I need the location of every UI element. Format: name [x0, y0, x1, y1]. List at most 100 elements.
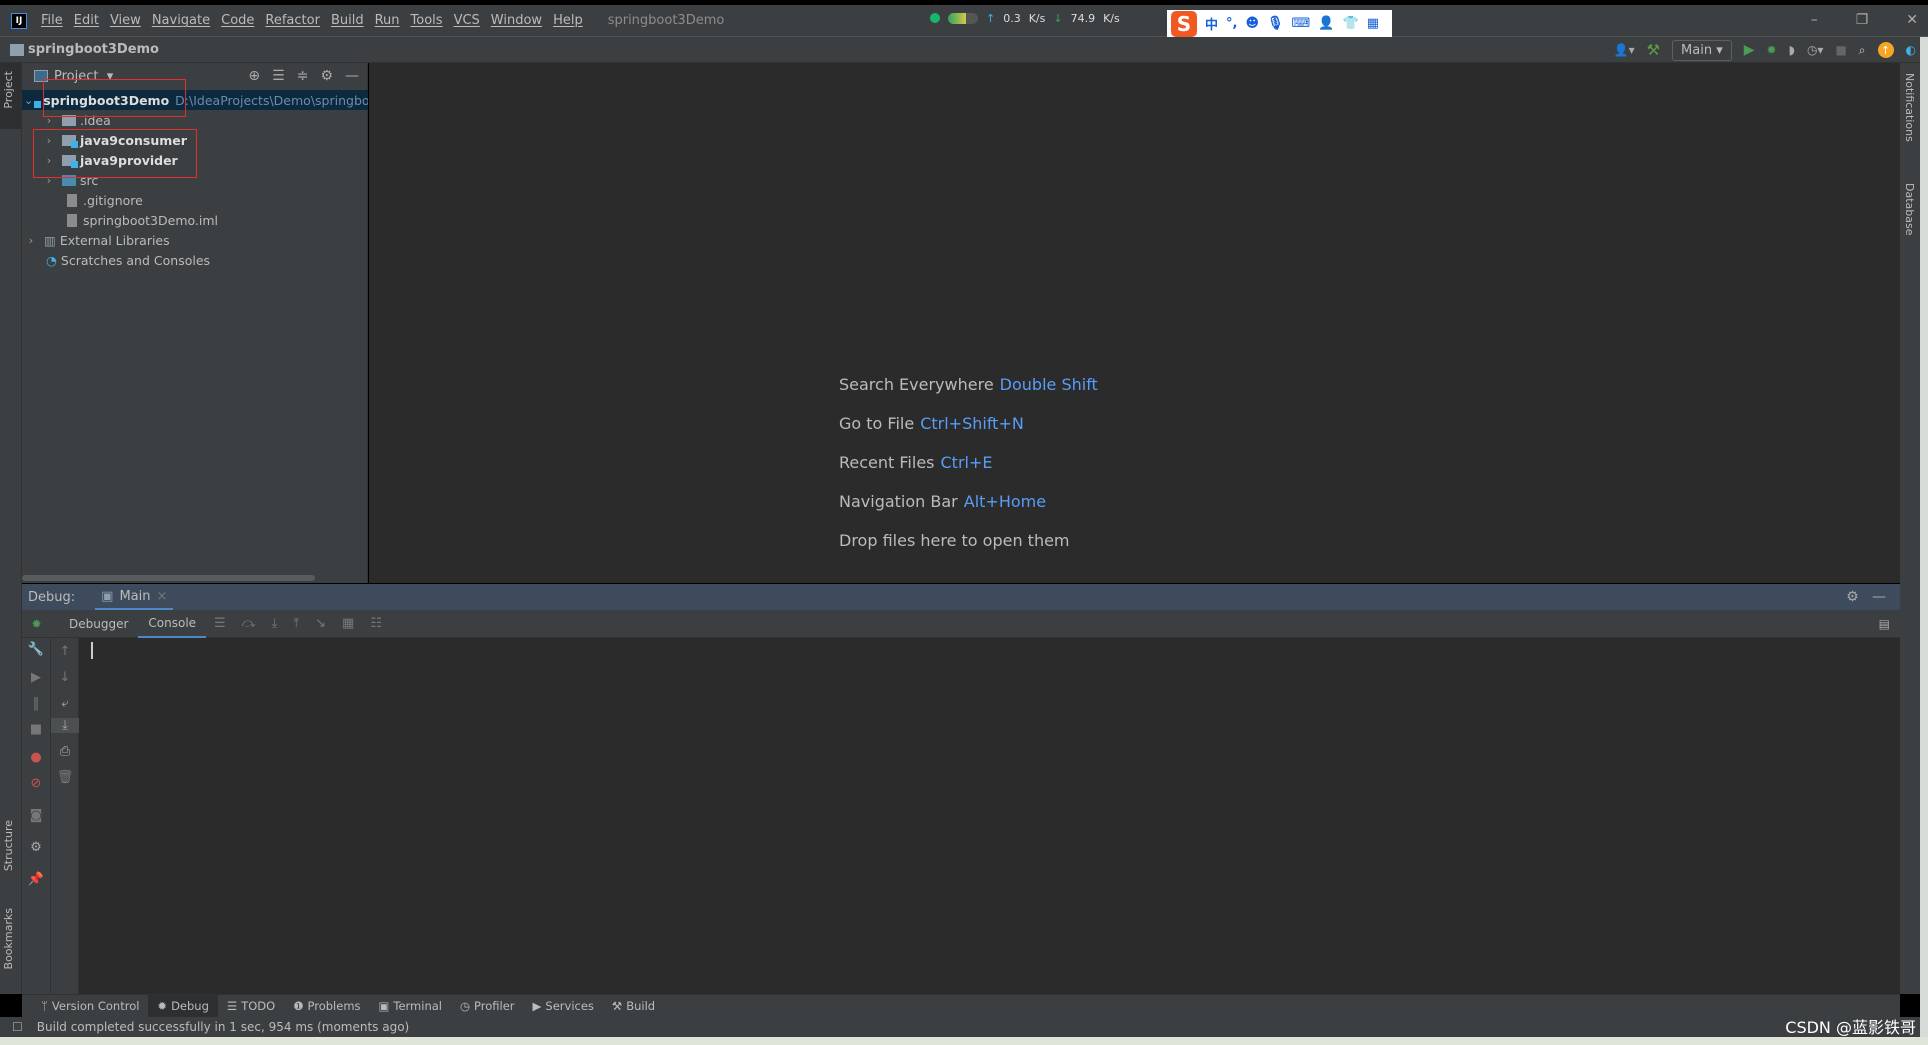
wrench-icon[interactable]: 🔧: [22, 642, 50, 657]
step-over-icon[interactable]: ⤼: [242, 616, 256, 631]
tree-item-scratches[interactable]: ◔ Scratches and Consoles: [22, 250, 368, 270]
ime-emoji-icon[interactable]: ☻: [1245, 16, 1259, 31]
database-tool-tab[interactable]: Database: [1903, 183, 1916, 236]
print-icon[interactable]: ⎙: [51, 744, 79, 759]
menu-refactor[interactable]: Refactor: [265, 13, 320, 28]
soft-wrap-icon[interactable]: ⤶: [51, 696, 79, 711]
structure-tool-tab[interactable]: Structure: [2, 820, 15, 871]
down-arrow-icon[interactable]: ↓: [51, 670, 79, 685]
menu-vcs[interactable]: VCS: [454, 13, 480, 28]
ime-user-icon[interactable]: 👤: [1318, 16, 1334, 31]
resume-icon[interactable]: ▶: [22, 670, 50, 685]
up-arrow-icon[interactable]: ↑: [51, 644, 79, 659]
tab-console[interactable]: Console: [138, 610, 207, 638]
menu-code[interactable]: Code: [221, 13, 254, 28]
camera-icon[interactable]: ◙: [22, 808, 50, 823]
menu-edit[interactable]: Edit: [74, 13, 99, 28]
hint-go-to-file: Go to File Ctrl+Shift+N: [839, 414, 1024, 433]
hide-icon[interactable]: —: [1872, 589, 1886, 605]
step-into-icon[interactable]: ⤓: [272, 616, 278, 631]
debug-session-tab-main[interactable]: ▣ Main ×: [95, 584, 174, 610]
code-with-me-icon[interactable]: ◐: [1906, 43, 1916, 57]
coverage-icon[interactable]: ◗: [1789, 43, 1795, 57]
debug-bug-icon: ✹: [31, 616, 42, 631]
tree-item-iml[interactable]: springboot3Demo.iml: [22, 210, 368, 230]
tool-tab-todo[interactable]: ☰ TODO: [218, 995, 284, 1018]
tab-debugger[interactable]: Debugger: [59, 610, 138, 638]
hide-icon[interactable]: —: [345, 68, 359, 84]
editor-empty-area[interactable]: Search Everywhere Double Shift Go to File…: [369, 63, 1900, 583]
menu-help[interactable]: Help: [553, 13, 583, 28]
minimize-icon[interactable]: –: [1811, 12, 1818, 28]
ime-punct-icon[interactable]: °,: [1226, 16, 1237, 31]
project-tool-tab[interactable]: Project: [2, 71, 15, 109]
menu-build[interactable]: Build: [331, 13, 364, 28]
bookmarks-tool-tab[interactable]: Bookmarks: [2, 908, 15, 969]
settings-icon[interactable]: ⚙: [22, 840, 50, 855]
desktop-edge-bottom: [0, 1037, 1928, 1045]
tool-tab-services[interactable]: ▶ Services: [524, 995, 603, 1018]
tool-tab-build[interactable]: ⚒ Build: [603, 995, 664, 1018]
locate-icon[interactable]: ⊕: [248, 68, 260, 84]
ime-mic-icon[interactable]: 🎙: [1267, 16, 1284, 31]
chevron-down-icon[interactable]: ⌄: [24, 94, 33, 107]
menu-window[interactable]: Window: [491, 13, 542, 28]
vcs-user-icon[interactable]: 👤▾: [1614, 43, 1635, 57]
ime-chinese-icon[interactable]: 中: [1205, 14, 1218, 33]
threads-icon[interactable]: ☰: [214, 616, 226, 631]
breadcrumb-project[interactable]: springboot3Demo: [28, 42, 159, 57]
collapse-all-icon[interactable]: ≑: [297, 68, 309, 84]
close-tab-icon[interactable]: ×: [156, 589, 167, 604]
tool-tab-terminal[interactable]: ▣ Terminal: [370, 995, 451, 1018]
tree-item-gitignore[interactable]: .gitignore: [22, 190, 368, 210]
step-out-icon[interactable]: ⤒: [293, 616, 299, 631]
stop-icon[interactable]: ■: [22, 722, 50, 737]
menu-tools[interactable]: Tools: [411, 13, 443, 28]
stop-icon[interactable]: ■: [1835, 43, 1846, 57]
notifications-tool-tab[interactable]: Notifications: [1903, 73, 1916, 142]
restore-icon[interactable]: ❐: [1856, 12, 1869, 28]
evaluate-icon[interactable]: ▦: [342, 616, 354, 631]
debug-icon[interactable]: ✹: [1767, 43, 1777, 57]
network-monitor: ↑ 0.3 K/s ↓ 74.9 K/s: [930, 5, 1120, 31]
build-hammer-icon[interactable]: ⚒: [1647, 41, 1660, 59]
tab-label: Debug: [171, 999, 209, 1013]
tree-item-external-libraries[interactable]: › ▥ External Libraries: [22, 230, 368, 250]
menu-view[interactable]: View: [110, 13, 141, 28]
tool-tab-version-control[interactable]: ᛘ Version Control: [32, 995, 148, 1018]
ime-keyboard-icon[interactable]: ⌨: [1292, 16, 1311, 31]
expand-all-icon[interactable]: ☰: [272, 68, 285, 84]
scroll-to-end-icon[interactable]: ⤓: [51, 718, 79, 733]
chevron-right-icon[interactable]: ›: [24, 234, 38, 247]
horizontal-scrollbar[interactable]: [22, 575, 315, 581]
run-config-select[interactable]: Main ▾: [1672, 39, 1732, 61]
search-icon[interactable]: ⌕: [1859, 43, 1866, 58]
menu-navigate[interactable]: Navigate: [152, 13, 210, 28]
tool-tab-problems[interactable]: ❶ Problems: [284, 995, 369, 1018]
console-output[interactable]: [79, 638, 1900, 994]
run-icon[interactable]: ▶: [1744, 42, 1755, 58]
gear-icon[interactable]: ⚙: [1846, 589, 1859, 605]
run-toolbar: 👤▾ ⚒ Main ▾ ▶ ✹ ◗ ◷▾ ■ ⌕ ↑ ◐: [1614, 37, 1916, 63]
pin-icon[interactable]: 📌: [22, 872, 50, 887]
menu-run[interactable]: Run: [375, 13, 400, 28]
ime-menu-icon[interactable]: ▦: [1367, 16, 1379, 31]
update-icon[interactable]: ↑: [1877, 42, 1894, 58]
layout-icon[interactable]: ▤: [1879, 617, 1890, 631]
menu-file[interactable]: File: [41, 13, 63, 28]
status-message[interactable]: Build completed successfully in 1 sec, 9…: [37, 1020, 409, 1034]
ime-skin-icon[interactable]: 👕: [1343, 16, 1359, 31]
toggle-tool-windows-icon[interactable]: ☐: [12, 1020, 23, 1034]
tool-tab-debug[interactable]: ✹ Debug: [148, 994, 218, 1018]
view-breakpoints-icon[interactable]: ●: [22, 750, 50, 765]
run-to-cursor-icon[interactable]: ↘: [315, 616, 326, 631]
trace-icon[interactable]: ☷: [370, 616, 382, 631]
profile-icon[interactable]: ◷▾: [1807, 43, 1824, 57]
libraries-icon: ▥: [44, 232, 56, 248]
trash-icon[interactable]: 🗑: [51, 770, 79, 785]
close-icon[interactable]: ✕: [1906, 12, 1918, 28]
pause-icon[interactable]: ‖: [22, 696, 50, 711]
tool-tab-profiler[interactable]: ◷ Profiler: [451, 995, 524, 1018]
gear-icon[interactable]: ⚙: [320, 68, 333, 84]
mute-breakpoints-icon[interactable]: ⊘: [22, 776, 50, 791]
